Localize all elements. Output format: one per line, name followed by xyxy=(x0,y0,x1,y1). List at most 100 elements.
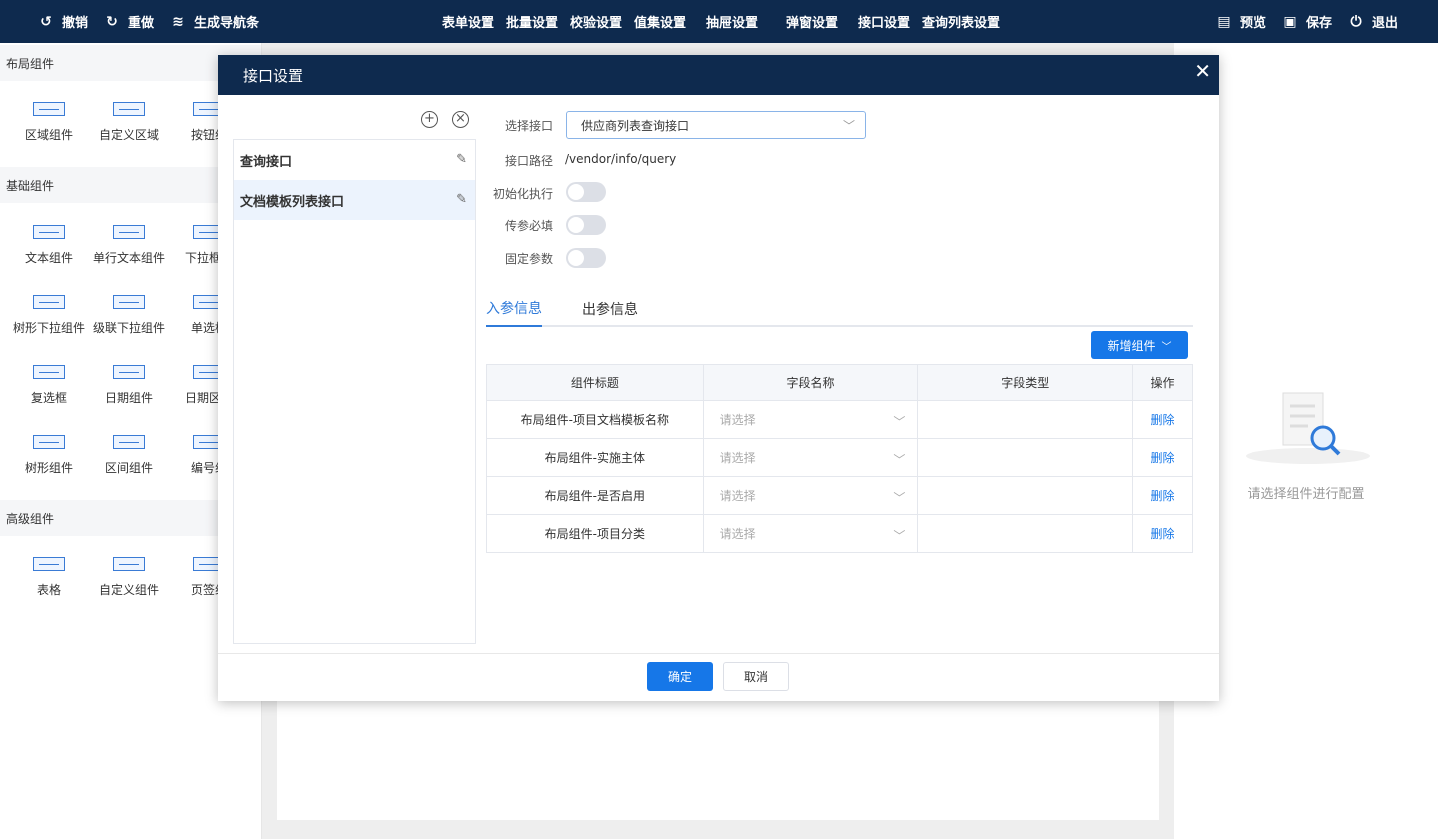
column-header: 操作 xyxy=(1132,364,1193,401)
range-icon xyxy=(113,435,145,449)
column-header: 字段类型 xyxy=(917,364,1134,401)
field-name-select[interactable]: 请选择 ﹀ xyxy=(702,400,919,439)
component-title-cell: 布局组件-是否启用 xyxy=(486,476,704,515)
chevron-down-icon: ﹀ xyxy=(893,415,906,429)
param-required-toggle[interactable] xyxy=(566,215,606,235)
chevron-down-icon: ﹀ xyxy=(893,491,906,505)
batch-settings-button[interactable]: 批量设置 xyxy=(506,0,558,43)
component-title-cell: 布局组件-项目分类 xyxy=(486,514,704,553)
delete-button[interactable]: 删除 xyxy=(1132,438,1193,477)
edit-icon[interactable]: ✎ xyxy=(456,152,467,167)
checkbox-icon xyxy=(33,365,65,379)
palette-item[interactable]: 日期组件 xyxy=(89,365,169,406)
field-type-cell[interactable] xyxy=(917,514,1134,553)
canvas-form-area[interactable] xyxy=(277,700,1159,820)
chevron-down-icon: ﹀ xyxy=(893,453,906,467)
custom-component-icon xyxy=(113,557,145,571)
fixed-param-label: 固定参数 xyxy=(504,252,553,266)
edit-icon[interactable]: ✎ xyxy=(456,192,467,207)
drawer-settings-button[interactable]: 抽屉设置 xyxy=(706,0,758,43)
palette-item[interactable]: 自定义区域 xyxy=(89,102,169,143)
table-row: 布局组件-实施主体 请选择 ﹀ 删除 xyxy=(486,438,1193,477)
api-list: 查询接口 ✎ 文档模板列表接口 ✎ xyxy=(233,139,476,644)
palette-item[interactable]: 自定义组件 xyxy=(89,557,169,598)
remove-api-icon[interactable]: × xyxy=(452,111,469,128)
layers-icon: ≋ xyxy=(172,13,184,30)
chevron-down-icon: ﹀ xyxy=(893,529,906,543)
init-exec-toggle[interactable] xyxy=(566,182,606,202)
add-component-button[interactable]: 新增组件 ﹀ xyxy=(1091,331,1188,359)
delete-button[interactable]: 删除 xyxy=(1132,400,1193,439)
table-row: 布局组件-是否启用 请选择 ﹀ 删除 xyxy=(486,476,1193,515)
valueset-settings-button[interactable]: 值集设置 xyxy=(634,0,686,43)
redo-button[interactable]: ↻ 重做 xyxy=(104,0,154,43)
close-icon[interactable]: ✕ xyxy=(1194,59,1211,83)
tree-icon xyxy=(33,435,65,449)
delete-button[interactable]: 删除 xyxy=(1132,476,1193,515)
form-settings-button[interactable]: 表单设置 xyxy=(442,0,494,43)
field-type-cell[interactable] xyxy=(917,476,1134,515)
chevron-down-icon: ﹀ xyxy=(1161,341,1172,353)
palette-item[interactable]: 复选框 xyxy=(9,365,89,406)
api-settings-button[interactable]: 接口设置 xyxy=(858,0,910,43)
api-list-item[interactable]: 查询接口 ✎ xyxy=(234,140,475,180)
palette-item[interactable]: 树形组件 xyxy=(9,435,89,476)
column-header: 组件标题 xyxy=(486,364,704,401)
power-icon: ⏻ xyxy=(1350,13,1362,30)
param-required-label: 传参必填 xyxy=(504,219,553,233)
popup-settings-button[interactable]: 弹窗设置 xyxy=(786,0,838,43)
palette-item[interactable]: 区间组件 xyxy=(89,435,169,476)
validate-settings-button[interactable]: 校验设置 xyxy=(570,0,622,43)
palette-item[interactable]: 单行文本组件 xyxy=(89,225,169,266)
tree-dropdown-icon xyxy=(33,295,65,309)
undo-icon: ↺ xyxy=(40,13,52,30)
palette-item[interactable]: 表格 xyxy=(9,557,89,598)
empty-document-search-icon xyxy=(1246,392,1370,464)
component-title-cell: 布局组件-项目文档模板名称 xyxy=(486,400,704,439)
exit-button[interactable]: ⏻ 退出 xyxy=(1348,0,1398,43)
palette-item[interactable]: 树形下拉组件 xyxy=(9,295,89,336)
cancel-button[interactable]: 取消 xyxy=(723,662,789,691)
top-toolbar: ↺ 撤销 ↻ 重做 ≋ 生成导航条 表单设置 批量设置 校验设置 值集设置 抽屉设置 … xyxy=(0,0,1438,43)
date-icon xyxy=(113,365,145,379)
modal-header: 接口设置 ✕ xyxy=(218,55,1219,95)
save-button[interactable]: ▣ 保存 xyxy=(1282,0,1332,43)
preview-button[interactable]: ▤ 预览 xyxy=(1216,0,1266,43)
param-tabs: 入参信息 出参信息 xyxy=(486,291,1193,327)
tab-input-params[interactable]: 入参信息 xyxy=(486,291,542,327)
init-exec-label: 初始化执行 xyxy=(492,187,553,201)
modal-title: 接口设置 xyxy=(243,66,304,85)
text-icon xyxy=(33,225,65,239)
column-header: 字段名称 xyxy=(702,364,919,401)
custom-region-icon xyxy=(113,102,145,116)
api-path-value: /vendor/info/query xyxy=(565,152,677,166)
api-select[interactable]: 供应商列表查询接口 ﹀ xyxy=(566,111,866,139)
table-row: 布局组件-项目分类 请选择 ﹀ 删除 xyxy=(486,514,1193,553)
single-line-text-icon xyxy=(113,225,145,239)
tab-output-params[interactable]: 出参信息 xyxy=(582,291,638,327)
param-table: 组件标题 字段名称 字段类型 操作 布局组件-项目文档模板名称 请选择 ﹀ 删除 … xyxy=(486,364,1193,553)
field-type-cell[interactable] xyxy=(917,400,1134,439)
generate-nav-button[interactable]: ≋ 生成导航条 xyxy=(170,0,259,43)
field-type-cell[interactable] xyxy=(917,438,1134,477)
field-name-select[interactable]: 请选择 ﹀ xyxy=(702,476,919,515)
region-icon xyxy=(33,102,65,116)
add-api-icon[interactable]: + xyxy=(421,111,438,128)
api-list-item[interactable]: 文档模板列表接口 ✎ xyxy=(234,180,475,220)
field-name-select[interactable]: 请选择 ﹀ xyxy=(702,438,919,477)
redo-icon: ↻ xyxy=(106,13,118,30)
api-settings-modal: 接口设置 ✕ + × 查询接口 ✎ 文档模板列表接口 ✎ 选择接口 供应商列表查… xyxy=(218,55,1219,701)
api-path-label: 接口路径 xyxy=(504,154,553,168)
undo-button[interactable]: ↺ 撤销 xyxy=(38,0,88,43)
component-title-cell: 布局组件-实施主体 xyxy=(486,438,704,477)
field-name-select[interactable]: 请选择 ﹀ xyxy=(702,514,919,553)
palette-item[interactable]: 区域组件 xyxy=(9,102,89,143)
fixed-param-toggle[interactable] xyxy=(566,248,606,268)
delete-button[interactable]: 删除 xyxy=(1132,514,1193,553)
palette-item[interactable]: 级联下拉组件 xyxy=(89,295,169,336)
query-list-settings-button[interactable]: 查询列表设置 xyxy=(922,0,1000,43)
select-api-label: 选择接口 xyxy=(504,119,553,133)
palette-item[interactable]: 文本组件 xyxy=(9,225,89,266)
confirm-button[interactable]: 确定 xyxy=(647,662,713,691)
table-header-row: 组件标题 字段名称 字段类型 操作 xyxy=(486,364,1193,401)
